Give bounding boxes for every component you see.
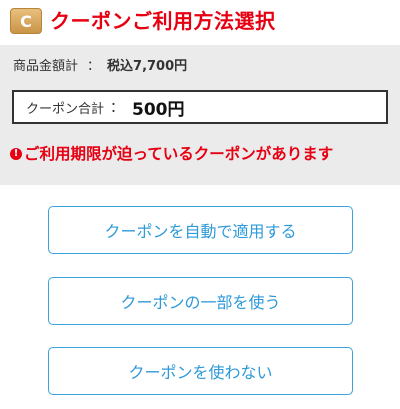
use-partial-coupon-button[interactable]: クーポンの一部を使う [48, 277, 353, 325]
expiry-warning: ! ご利用期限が迫っているクーポンがあります [10, 144, 333, 164]
subtotal-colon: ： [87, 59, 101, 74]
subtotal-row: 商品金額計 ： 税込7,700円 [13, 58, 187, 76]
coupon-usage-screen: C クーポンご利用方法選択 商品金額計 ： 税込7,700円 クーポン合計 ： 50… [0, 0, 400, 409]
coupon-total-label: クーポン合計 [26, 101, 105, 117]
no-coupon-button[interactable]: クーポンを使わない [48, 347, 353, 395]
coupon-icon-letter: C [20, 11, 32, 31]
coupon-total-colon: ： [110, 100, 125, 116]
subtotal-amount: 税込7,700円 [107, 59, 188, 74]
auto-apply-coupon-button[interactable]: クーポンを自動で適用する [48, 206, 353, 254]
exclamation-circle-icon: ! [10, 148, 22, 160]
coupon-icon: C [10, 8, 42, 34]
header: C クーポンご利用方法選択 [0, 0, 400, 44]
subtotal-label: 商品金額計 [13, 59, 79, 74]
coupon-total-amount: 500円 [132, 99, 185, 120]
expiry-warning-text: ご利用期限が迫っているクーポンがあります [24, 145, 334, 163]
page-title: クーポンご利用方法選択 [50, 9, 276, 33]
price-summary: 商品金額計 ： 税込7,700円 クーポン合計 ： 500円 ! ご利用期限が迫って… [0, 45, 400, 185]
coupon-total-box: クーポン合計 ： 500円 [12, 90, 388, 124]
